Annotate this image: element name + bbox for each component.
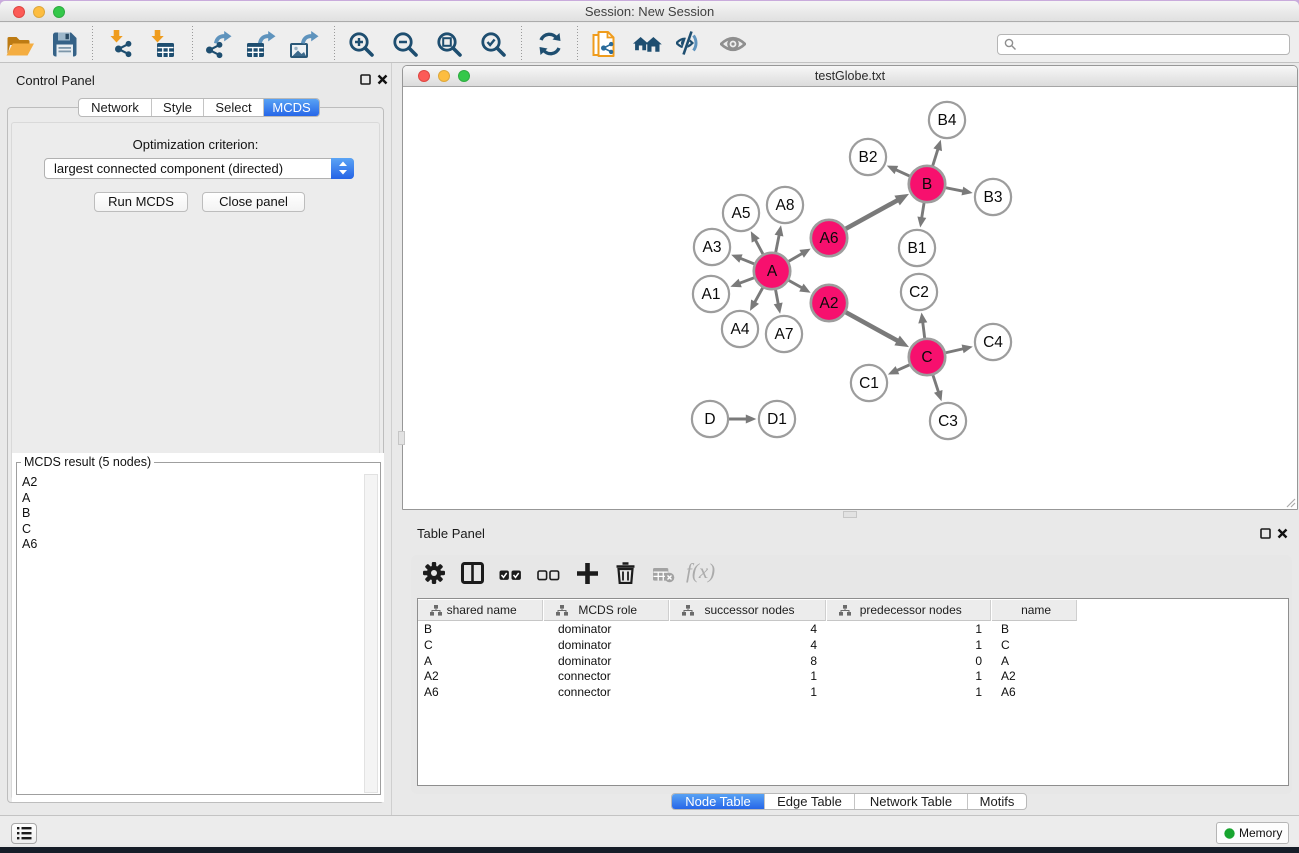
svg-text:A7: A7 [775, 326, 794, 343]
svg-text:A8: A8 [776, 197, 795, 214]
svg-text:A2: A2 [820, 295, 839, 312]
svg-text:C4: C4 [983, 334, 1003, 351]
svg-text:B2: B2 [859, 149, 878, 166]
svg-text:C1: C1 [859, 375, 879, 392]
svg-text:B3: B3 [984, 189, 1003, 206]
svg-text:C3: C3 [938, 413, 958, 430]
svg-text:A3: A3 [703, 239, 722, 256]
svg-text:A6: A6 [820, 230, 839, 247]
svg-text:A: A [767, 263, 778, 280]
svg-text:A1: A1 [702, 286, 721, 303]
svg-text:A4: A4 [731, 321, 750, 338]
svg-text:C: C [921, 349, 932, 366]
svg-text:B: B [922, 176, 932, 193]
svg-text:A5: A5 [732, 205, 751, 222]
svg-text:B1: B1 [908, 240, 927, 257]
svg-text:C2: C2 [909, 284, 929, 301]
svg-text:D: D [704, 411, 715, 428]
svg-text:D1: D1 [767, 411, 787, 428]
svg-text:B4: B4 [938, 112, 957, 129]
